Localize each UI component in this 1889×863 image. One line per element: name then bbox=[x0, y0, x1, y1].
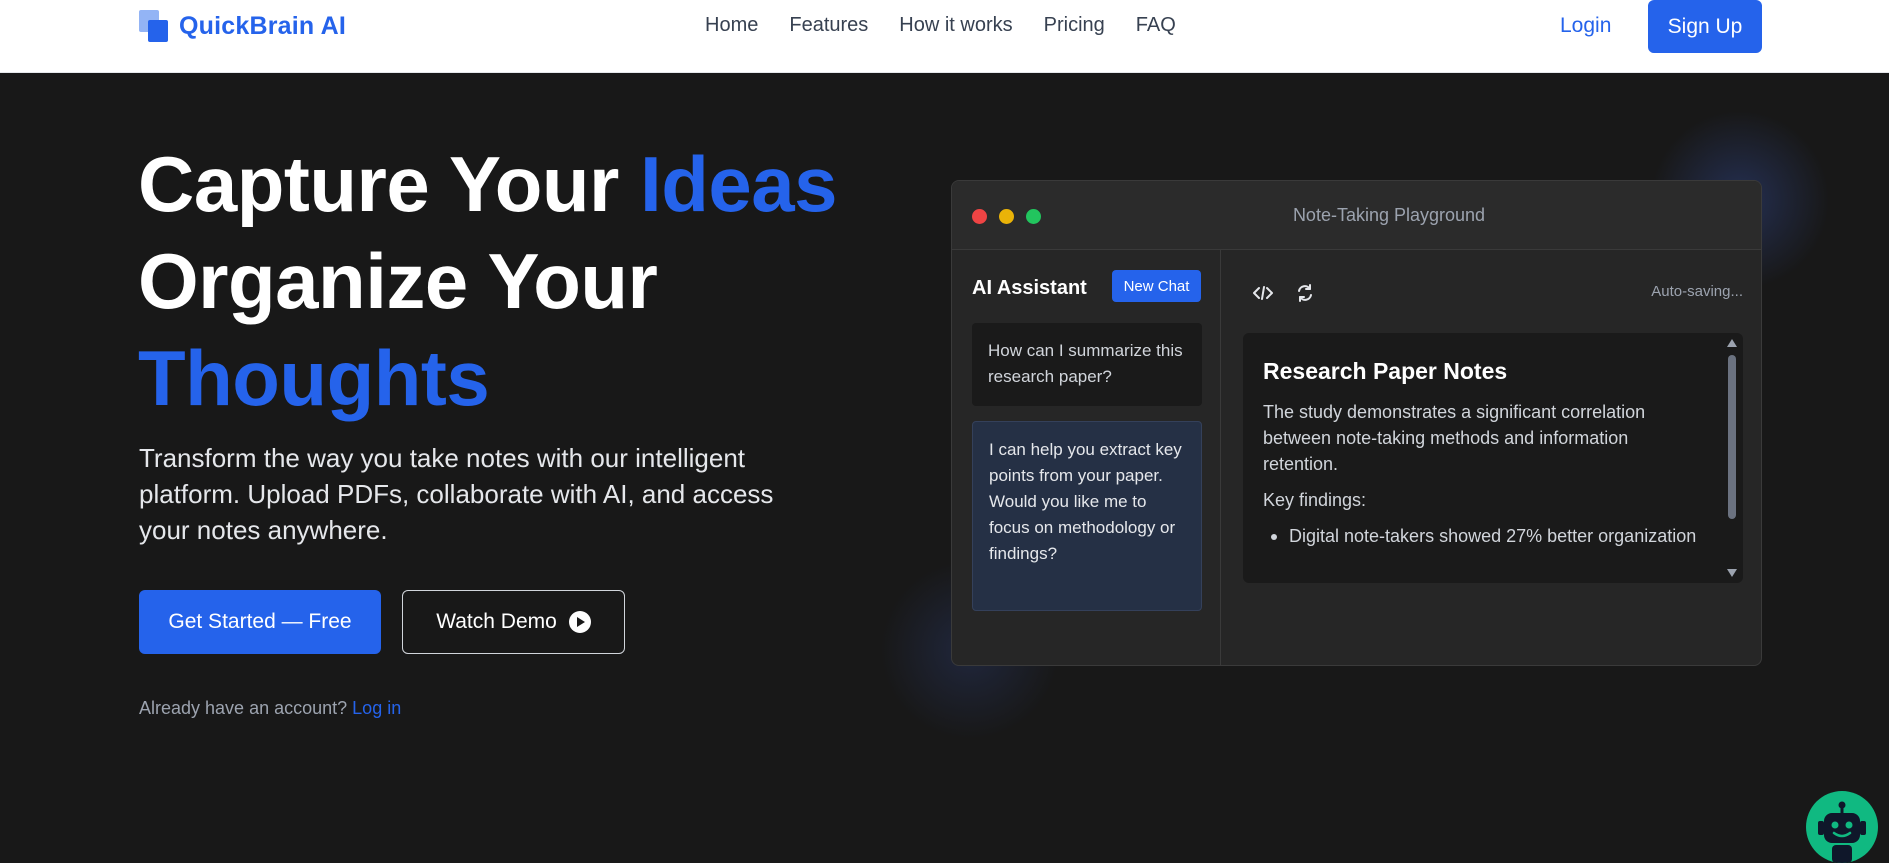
findings-label: Key findings: bbox=[1263, 490, 1367, 510]
scroll-down-arrow-icon[interactable] bbox=[1727, 569, 1737, 577]
nav-link-home[interactable]: Home bbox=[705, 14, 758, 37]
headline-line-2: Organize Your bbox=[138, 237, 658, 325]
chat-pane: AI Assistant New Chat How can I summariz… bbox=[952, 250, 1221, 665]
window-title: Note-Taking Playground bbox=[1292, 205, 1486, 225]
hero-headline: Capture Your Ideas Organize Your Thought… bbox=[138, 136, 837, 427]
watch-demo-button[interactable]: Watch Demo bbox=[402, 590, 625, 654]
note-scrollbar[interactable] bbox=[1725, 337, 1739, 579]
play-icon bbox=[568, 611, 591, 633]
top-nav: QuickBrain AI Home Features How it works… bbox=[0, 0, 1889, 73]
ai-message: I can help you extract key points from y… bbox=[972, 421, 1202, 611]
watch-demo-label: Watch Demo bbox=[436, 610, 557, 633]
note-content: Research Paper Notes The study demonstra… bbox=[1263, 358, 1703, 549]
window-titlebar: Note-Taking Playground bbox=[952, 181, 1761, 250]
user-message: How can I summarize this research paper? bbox=[972, 323, 1202, 406]
login-inline-link[interactable]: Log in bbox=[352, 698, 401, 718]
scrollbar-thumb[interactable] bbox=[1728, 355, 1736, 519]
autosave-status: Auto-saving... bbox=[1651, 283, 1743, 300]
note-editor[interactable]: Research Paper Notes The study demonstra… bbox=[1243, 333, 1743, 583]
code-icon[interactable] bbox=[1252, 282, 1274, 304]
chatbot-launcher-button[interactable] bbox=[1806, 791, 1878, 863]
signup-button[interactable]: Sign Up bbox=[1648, 0, 1762, 53]
findings-list: Digital note-takers showed 27% better or… bbox=[1263, 523, 1703, 549]
nav-link-features[interactable]: Features bbox=[789, 14, 868, 37]
scroll-up-arrow-icon[interactable] bbox=[1727, 339, 1737, 347]
new-chat-button[interactable]: New Chat bbox=[1112, 270, 1201, 302]
headline-line-1: Capture Your bbox=[138, 140, 641, 228]
hero-description: Transform the way you take notes with ou… bbox=[139, 443, 774, 545]
editor-pane: Auto-saving... Research Paper Notes The … bbox=[1222, 250, 1761, 665]
note-paragraph: The study demonstrates a significant cor… bbox=[1263, 402, 1646, 474]
list-item: Digital note-takers showed 27% better or… bbox=[1263, 523, 1703, 549]
nav-link-how-it-works[interactable]: How it works bbox=[899, 14, 1012, 37]
nav-link-faq[interactable]: FAQ bbox=[1136, 14, 1176, 37]
logo-icon bbox=[139, 10, 169, 42]
account-prompt: Already have an account? Log in bbox=[139, 698, 401, 719]
get-started-button[interactable]: Get Started — Free bbox=[139, 590, 381, 654]
login-link[interactable]: Login bbox=[1560, 14, 1611, 38]
headline-accent-thoughts: Thoughts bbox=[138, 334, 490, 422]
playground-window: Note-Taking Playground AI Assistant New … bbox=[951, 180, 1762, 666]
nav-link-pricing[interactable]: Pricing bbox=[1044, 14, 1105, 37]
sync-icon[interactable] bbox=[1294, 282, 1316, 304]
note-title: Research Paper Notes bbox=[1263, 358, 1508, 384]
robot-icon bbox=[1818, 801, 1866, 863]
chat-heading: AI Assistant bbox=[972, 277, 1087, 299]
brand-logo[interactable]: QuickBrain AI bbox=[139, 10, 346, 42]
headline-accent-ideas: Ideas bbox=[640, 140, 837, 228]
brand-name: QuickBrain AI bbox=[179, 11, 346, 40]
nav-links: Home Features How it works Pricing FAQ bbox=[705, 14, 1176, 37]
account-prompt-text: Already have an account? bbox=[139, 698, 348, 718]
